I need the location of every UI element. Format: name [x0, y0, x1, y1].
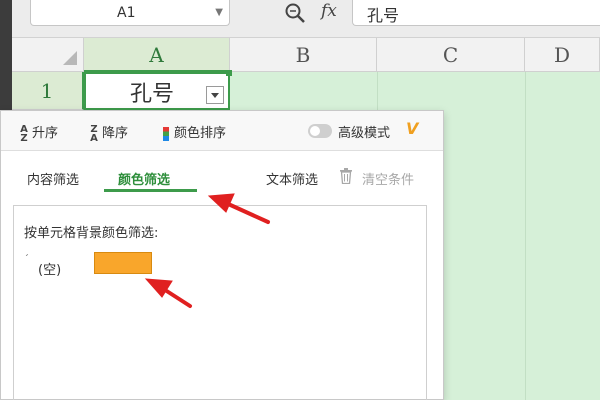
tab-color-filter[interactable]: 颜色筛选 [118, 169, 170, 188]
sort-descending-icon: ZA [90, 123, 98, 144]
sort-descending-button[interactable]: Z A 降序 [89, 122, 128, 143]
sort-ascending-button[interactable]: A Z 升序 [19, 122, 58, 143]
tab-content-filter[interactable]: 内容筛选 [27, 169, 79, 188]
formula-input[interactable]: 孔号 [352, 0, 600, 26]
sort-ascending-icon: AZ [20, 123, 28, 144]
formula-bar: A1 ▼ fx 孔号 [12, 0, 600, 38]
fill-handle[interactable] [226, 70, 232, 76]
clear-conditions-button[interactable]: 清空条件 [362, 169, 414, 188]
trash-icon [340, 168, 352, 184]
vip-icon: V [406, 119, 419, 138]
checkbox-mark-icon[interactable]: ˊ [24, 254, 29, 265]
active-tab-indicator [104, 189, 197, 192]
sort-toolbar: A Z 升序 Z A 降序 颜色排序 高级模式 V [1, 111, 443, 151]
name-box-value: A1 [117, 5, 136, 21]
filter-dropdown-button[interactable] [206, 86, 224, 104]
text-filter-button[interactable]: 文本筛选 [266, 169, 318, 188]
color-filter-list: 按单元格背景颜色筛选: ˊ (空) [13, 205, 427, 400]
filter-panel: A Z 升序 Z A 降序 颜色排序 高级模式 V 内容筛选 颜色筛选 文本筛选 清空条… [0, 110, 444, 400]
gridline [525, 72, 526, 400]
select-all-corner[interactable] [12, 38, 84, 72]
column-header-c[interactable]: C [377, 38, 525, 72]
sort-by-color-button[interactable]: 颜色排序 [163, 122, 226, 141]
column-header-a[interactable]: A [84, 38, 230, 72]
advanced-mode-toggle[interactable] [308, 124, 332, 138]
cell-a1-value: 孔号 [130, 82, 175, 107]
advanced-mode-label[interactable]: 高级模式 [338, 122, 390, 141]
empty-color-option[interactable]: (空) [38, 259, 61, 278]
zoom-search-icon[interactable] [284, 2, 306, 24]
insert-function-icon[interactable]: fx [321, 1, 337, 21]
name-box[interactable]: A1 ▼ [30, 0, 230, 26]
cell-a1[interactable]: 孔号 [84, 70, 232, 110]
orange-color-swatch[interactable] [94, 252, 152, 274]
column-header-d[interactable]: D [525, 38, 600, 72]
chevron-down-icon[interactable]: ▼ [215, 7, 223, 18]
color-filter-instruction: 按单元格背景颜色筛选: [24, 226, 159, 241]
formula-content: 孔号 [367, 6, 400, 25]
column-header-b[interactable]: B [230, 38, 377, 72]
row-header-1[interactable]: 1 [12, 72, 84, 110]
color-sort-icon [163, 126, 169, 141]
